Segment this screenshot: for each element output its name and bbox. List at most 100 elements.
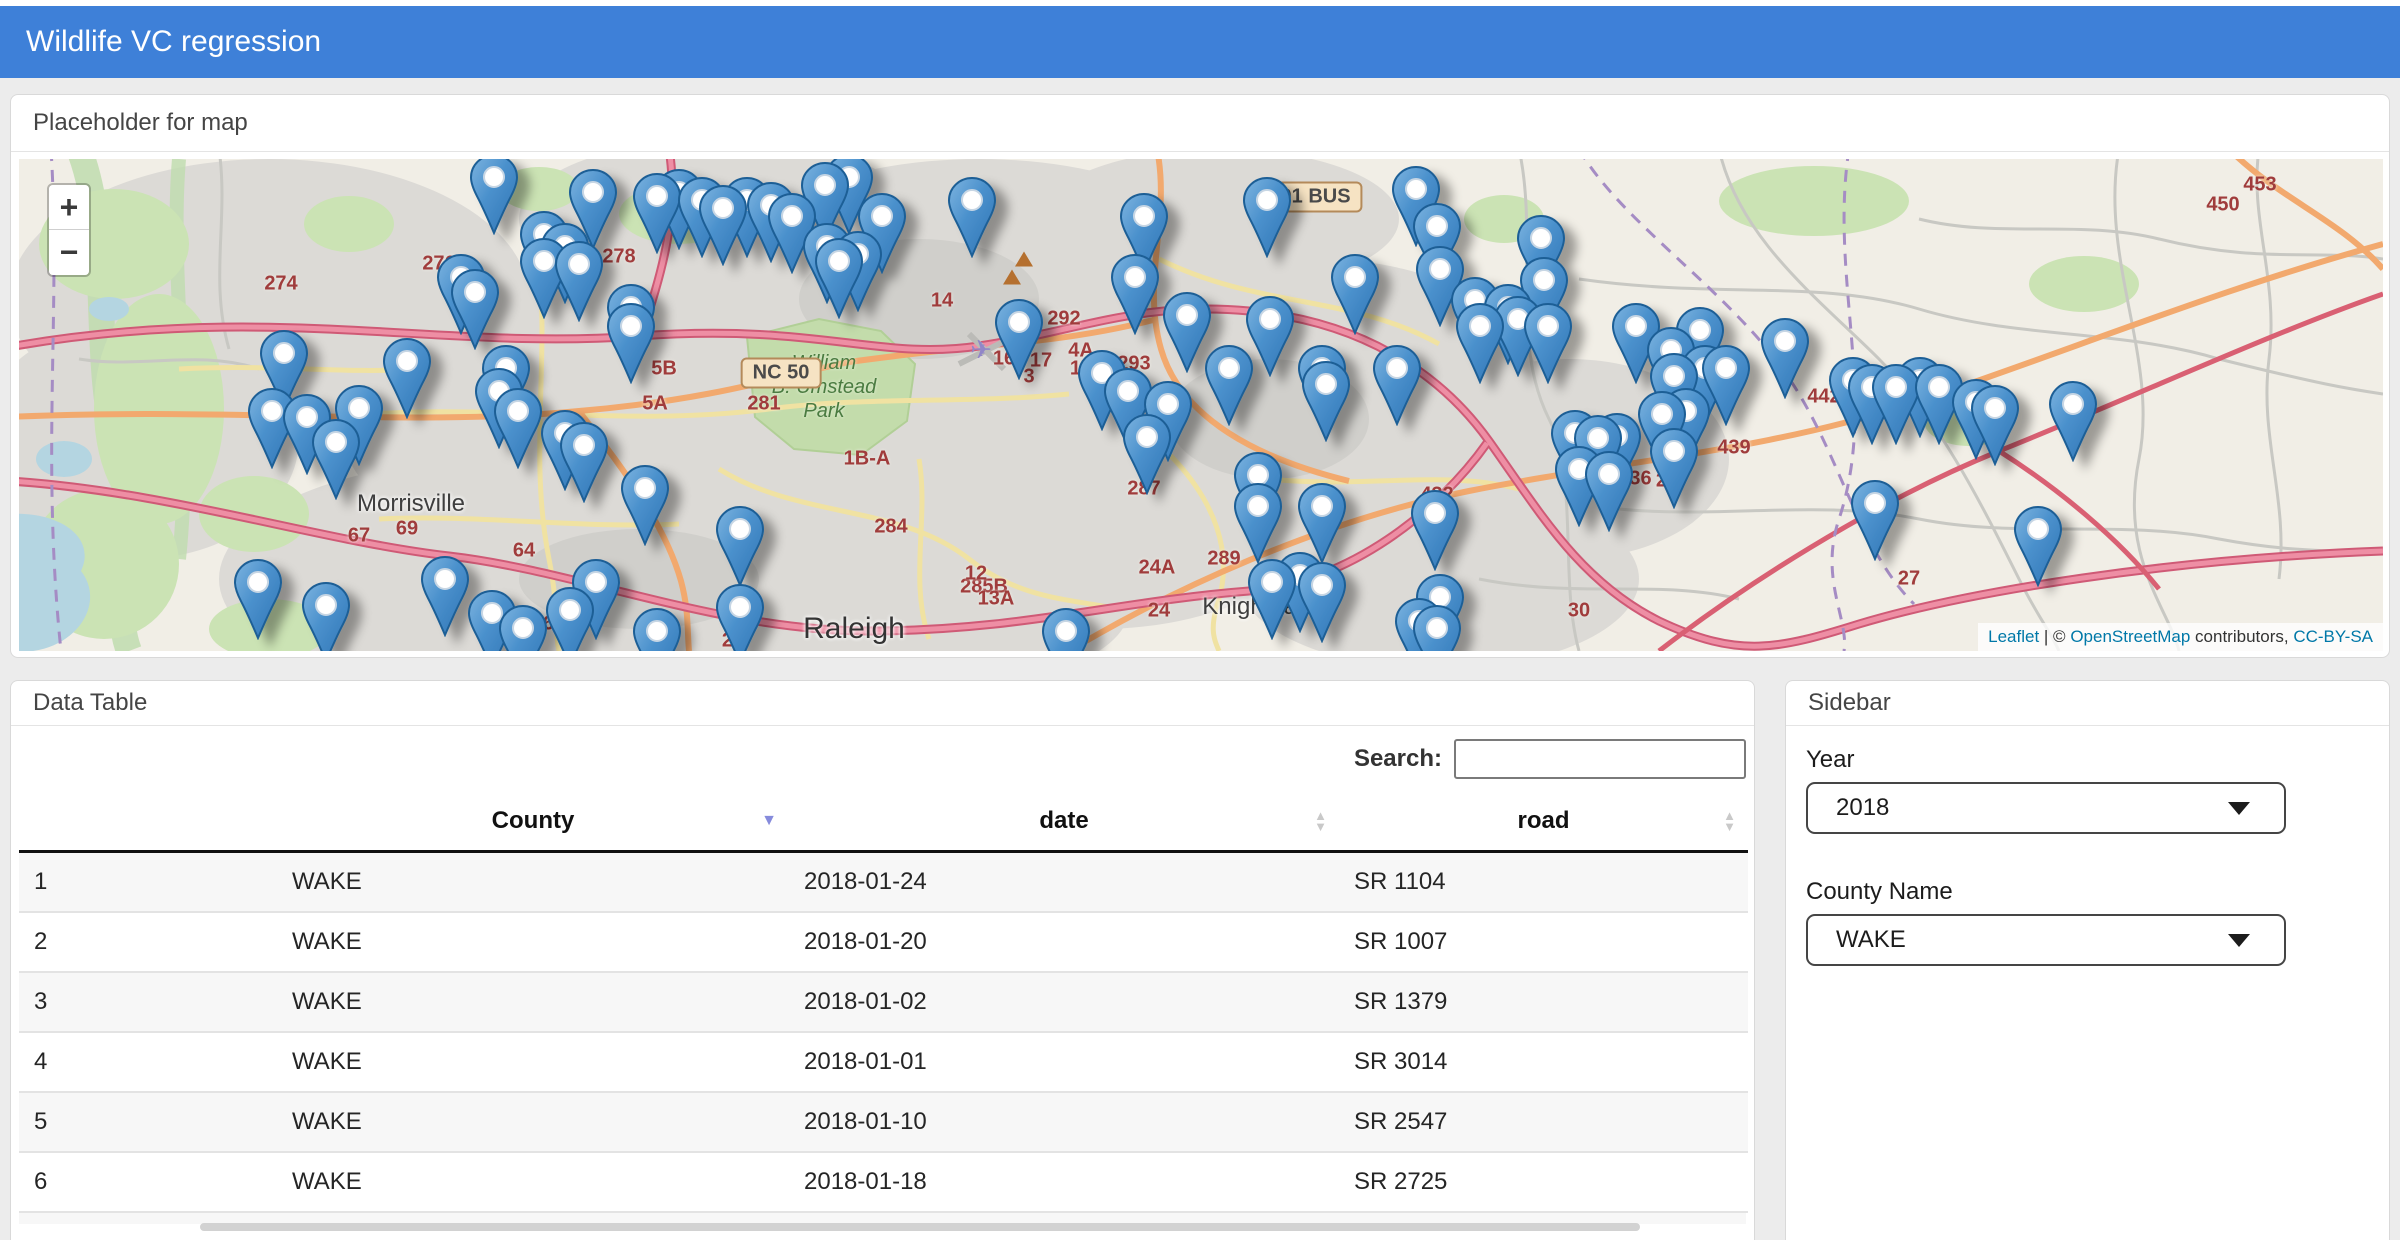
map-marker[interactable] (1206, 346, 1252, 424)
map-marker[interactable] (717, 507, 763, 585)
cell-road: SR 2547 (1339, 1092, 1748, 1152)
table-row[interactable]: 2WAKE2018-01-20SR 1007 (19, 912, 1748, 972)
map-marker[interactable] (561, 423, 607, 501)
map-marker[interactable] (1249, 560, 1295, 638)
select-county-name[interactable]: WAKE (1806, 914, 2286, 966)
sort-both-icon: ▲▼ (1723, 810, 1736, 832)
cell-rownum: 5 (19, 1092, 277, 1152)
leaflet-map[interactable]: RaleighMorrisvilleKnightdaleWilliam B. U… (19, 159, 2383, 651)
map-marker[interactable] (949, 178, 995, 256)
cell-road: SR 1007 (1339, 912, 1748, 972)
table-head: County▼ date ▲▼ road ▲▼ (19, 792, 1748, 852)
column-header-date[interactable]: date ▲▼ (789, 792, 1339, 852)
search-label: Search: (1354, 745, 1442, 773)
map-marker[interactable] (547, 588, 593, 651)
map-marker[interactable] (1244, 178, 1290, 256)
table-row[interactable]: 6WAKE2018-01-18SR 2725 (19, 1152, 1748, 1212)
map-marker[interactable] (996, 300, 1042, 378)
osm-link[interactable]: OpenStreetMap (2070, 627, 2190, 646)
column-header-road[interactable]: road ▲▼ (1339, 792, 1748, 852)
cell-county: WAKE (277, 852, 789, 913)
cell-rownum: 4 (19, 1032, 277, 1092)
map-marker[interactable] (1374, 346, 1420, 424)
map-marker[interactable] (1457, 304, 1503, 382)
map-marker[interactable] (452, 270, 498, 348)
map-marker[interactable] (700, 186, 746, 264)
cell-date: 2018-01-02 (789, 972, 1339, 1032)
map-marker[interactable] (1299, 484, 1345, 562)
map-marker[interactable] (1414, 606, 1460, 651)
horizontal-scrollbar[interactable] (200, 1223, 1640, 1231)
sidebar-field: County NameWAKE (1806, 878, 2369, 966)
map-marker[interactable] (1852, 481, 1898, 559)
zoom-in-button[interactable]: + (49, 185, 89, 230)
map-marker[interactable] (622, 466, 668, 544)
map-marker[interactable] (303, 583, 349, 651)
map-marker[interactable] (634, 609, 680, 651)
map-marker[interactable] (608, 304, 654, 382)
select-year[interactable]: 2018 (1806, 782, 2286, 834)
map-marker[interactable] (500, 606, 546, 651)
app-title: Wildlife VC regression (26, 6, 321, 78)
cell-county: WAKE (277, 1152, 789, 1212)
map-marker[interactable] (1586, 452, 1632, 530)
map-marker[interactable] (495, 389, 541, 467)
cell-road: SR 2725 (1339, 1152, 1748, 1212)
map-zoom-control: + − (47, 183, 91, 277)
map-marker[interactable] (235, 560, 281, 638)
map-marker[interactable] (1762, 319, 1808, 397)
map-marker[interactable] (471, 159, 517, 233)
map-marker[interactable] (1164, 293, 1210, 371)
sidebar-field: Year2018 (1806, 746, 2369, 834)
map-marker[interactable] (634, 174, 680, 252)
map-marker[interactable] (384, 339, 430, 417)
map-marker[interactable] (2015, 507, 2061, 585)
table-search-row: Search: (19, 738, 1746, 780)
column-label: road (1517, 807, 1569, 834)
license-link[interactable]: CC-BY-SA (2293, 627, 2373, 646)
data-table: County▼ date ▲▼ road ▲▼ 1WAKE2018-01-24SR 11… (19, 792, 1748, 1213)
cell-date: 2018-01-10 (789, 1092, 1339, 1152)
map-marker[interactable] (1299, 563, 1345, 641)
select-value: 2018 (1808, 794, 1889, 822)
search-input[interactable] (1454, 739, 1746, 779)
select-value: WAKE (1808, 926, 1906, 954)
zoom-out-button[interactable]: − (49, 230, 89, 275)
map-marker[interactable] (1303, 362, 1349, 440)
map-marker[interactable] (1651, 429, 1697, 507)
column-header-county[interactable]: County▼ (277, 792, 789, 852)
leaflet-link[interactable]: Leaflet (1988, 627, 2039, 646)
map-marker[interactable] (717, 585, 763, 651)
map-marker[interactable] (1124, 415, 1170, 493)
table-row[interactable]: 3WAKE2018-01-02SR 1379 (19, 972, 1748, 1032)
map-marker[interactable] (1112, 255, 1158, 333)
cell-county: WAKE (277, 1092, 789, 1152)
column-header-rownames (19, 792, 277, 852)
map-marker[interactable] (1873, 365, 1919, 443)
cell-date: 2018-01-01 (789, 1032, 1339, 1092)
sidebar-panel-title: Sidebar (1786, 681, 2389, 726)
marker-layer (19, 159, 2383, 651)
column-label: date (1039, 807, 1088, 834)
map-marker[interactable] (313, 420, 359, 498)
cell-county: WAKE (277, 1032, 789, 1092)
table-row[interactable]: 4WAKE2018-01-01SR 3014 (19, 1032, 1748, 1092)
map-marker[interactable] (1247, 297, 1293, 375)
cell-road: SR 3014 (1339, 1032, 1748, 1092)
map-marker[interactable] (422, 557, 468, 635)
map-marker[interactable] (1235, 484, 1281, 562)
cell-rownum: 1 (19, 852, 277, 913)
data-table-panel-title: Data Table (11, 681, 1754, 726)
sort-both-icon: ▲▼ (1314, 810, 1327, 832)
cell-rownum: 2 (19, 912, 277, 972)
map-marker[interactable] (2050, 382, 2096, 460)
map-attribution: Leaflet | © OpenStreetMap contributors, … (1978, 623, 2383, 651)
table-row[interactable]: 1WAKE2018-01-24SR 1104 (19, 852, 1748, 913)
map-marker[interactable] (1043, 609, 1089, 651)
cell-road: SR 1379 (1339, 972, 1748, 1032)
map-marker[interactable] (1332, 255, 1378, 333)
map-marker[interactable] (1525, 304, 1571, 382)
map-marker[interactable] (1412, 491, 1458, 569)
map-marker[interactable] (556, 242, 602, 320)
table-row[interactable]: 5WAKE2018-01-10SR 2547 (19, 1092, 1748, 1152)
